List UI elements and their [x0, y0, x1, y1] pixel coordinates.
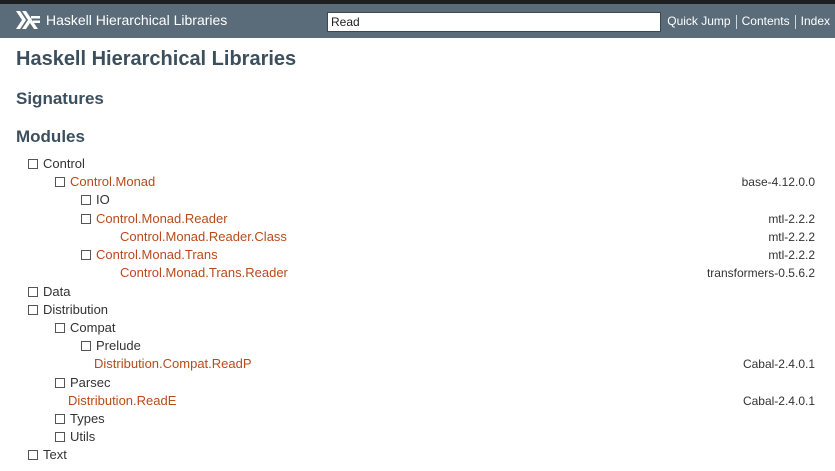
module-link[interactable]: Control.Monad.Reader	[96, 211, 228, 226]
module-link[interactable]: Control.Monad.Trans	[96, 247, 218, 262]
section-modules: Modules	[16, 127, 85, 146]
square-expander-icon[interactable]	[81, 249, 91, 260]
package-label: Cabal-2.4.0.1	[742, 357, 815, 371]
square-expander-icon[interactable]	[55, 322, 65, 333]
module-group-row: Types	[55, 410, 105, 428]
module-group-row: Control	[28, 155, 85, 173]
package-label: Cabal-2.4.0.1	[742, 394, 815, 408]
module-link[interactable]: Control.Monad.Reader.Class	[120, 229, 287, 244]
module-row: Control.Monad.Reader	[81, 210, 228, 228]
page-title: Haskell Hierarchical Libraries	[16, 48, 297, 70]
module-link[interactable]: Control.Monad.Trans.Reader	[120, 265, 288, 280]
module-group-row: Distribution	[28, 301, 108, 319]
package-label: base-4.12.0.0	[741, 175, 815, 189]
top-links: Quick Jump Contents Index	[662, 14, 835, 29]
module-group-label: Distribution	[43, 302, 109, 317]
module-group-label: Parsec	[70, 375, 111, 390]
module-group-row: Utils	[55, 428, 95, 446]
module-group-row: Data	[28, 283, 70, 301]
module-group-label: Data	[43, 284, 71, 299]
contents-link[interactable]: Contents	[737, 14, 795, 28]
module-group-row: Prelude	[81, 337, 141, 355]
package-label: transformers-0.5.6.2	[706, 266, 815, 280]
module-group-row: IO	[81, 191, 110, 209]
square-expander-icon[interactable]	[55, 413, 65, 424]
module-group-label: Control	[43, 156, 85, 171]
square-expander-icon[interactable]	[55, 377, 65, 388]
app-title[interactable]: Haskell Hierarchical Libraries	[46, 12, 227, 28]
module-group-label: Text	[43, 447, 67, 462]
package-label: mtl-2.2.2	[768, 212, 815, 226]
section-signatures: Signatures	[16, 89, 104, 108]
square-expander-icon[interactable]	[55, 176, 65, 187]
module-group-label: Types	[70, 411, 105, 426]
module-row: Distribution.ReadE	[68, 392, 176, 410]
module-row: Control.Monad.Reader.Class	[120, 228, 287, 246]
module-row: Control.Monad.Trans	[81, 246, 218, 264]
square-expander-icon[interactable]	[28, 304, 38, 315]
module-group-row: Text	[28, 446, 67, 464]
square-expander-icon[interactable]	[81, 340, 91, 351]
square-expander-icon[interactable]	[55, 431, 65, 442]
module-row: Distribution.Compat.ReadP	[94, 355, 252, 373]
top-bar: Haskell Hierarchical Libraries Quick Jum…	[0, 0, 835, 38]
package-label: mtl-2.2.2	[768, 230, 815, 244]
module-group-label: Prelude	[96, 338, 141, 353]
module-group-label: IO	[96, 192, 110, 207]
search-input[interactable]	[327, 12, 661, 32]
quick-jump-link[interactable]: Quick Jump	[662, 14, 735, 28]
square-expander-icon[interactable]	[28, 158, 38, 169]
module-group-row: Compat	[55, 319, 116, 337]
module-group-row: Parsec	[55, 374, 110, 392]
module-link[interactable]: Distribution.Compat.ReadP	[94, 356, 252, 371]
module-link[interactable]: Distribution.ReadE	[68, 393, 176, 408]
square-expander-icon[interactable]	[28, 449, 38, 460]
square-expander-icon[interactable]	[28, 286, 38, 297]
index-link[interactable]: Index	[796, 14, 835, 28]
module-group-label: Utils	[70, 429, 96, 444]
square-expander-icon[interactable]	[81, 194, 91, 205]
package-label: mtl-2.2.2	[768, 248, 815, 262]
haskell-logo-icon[interactable]	[16, 11, 40, 29]
module-link[interactable]: Control.Monad	[70, 174, 155, 189]
module-row: Control.Monad.Trans.Reader	[120, 264, 288, 282]
module-row: Control.Monad	[55, 173, 155, 191]
square-expander-icon[interactable]	[81, 213, 91, 224]
module-group-label: Compat	[70, 320, 116, 335]
